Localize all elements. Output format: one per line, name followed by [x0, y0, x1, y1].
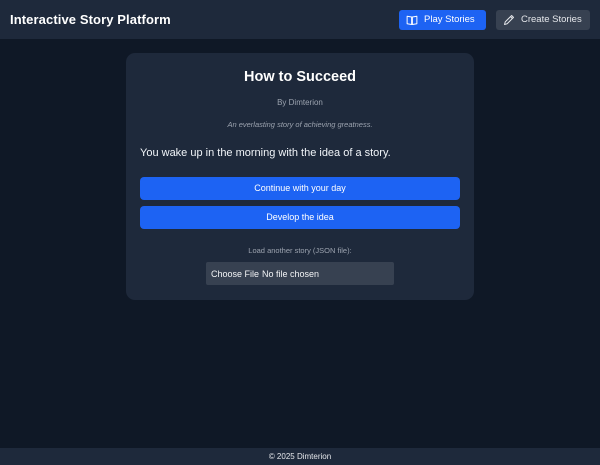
choice-continue-button[interactable]: Continue with your day	[140, 177, 460, 200]
story-card: How to Succeed By Dimterion An everlasti…	[126, 53, 474, 300]
top-navbar: Interactive Story Platform Play Stories …	[0, 0, 600, 39]
app-title: Interactive Story Platform	[10, 12, 171, 27]
file-status-text: No file chosen	[262, 268, 320, 279]
story-author: By Dimterion	[277, 98, 323, 107]
story-description: An everlasting story of achieving greatn…	[227, 120, 373, 129]
play-stories-label: Play Stories	[424, 14, 475, 25]
footer-text: © 2025 Dimterion	[268, 452, 332, 461]
story-title: How to Succeed	[244, 69, 356, 85]
main-nav: Play Stories Create Stories	[399, 9, 590, 30]
app-root: Interactive Story Platform Play Stories …	[0, 0, 600, 465]
create-stories-button[interactable]: Create Stories	[496, 9, 590, 30]
book-open-icon	[406, 15, 418, 25]
choice-develop-button[interactable]: Develop the idea	[140, 206, 460, 229]
create-stories-label: Create Stories	[521, 14, 582, 25]
choose-file-button[interactable]: Choose File	[211, 269, 259, 279]
footer: © 2025 Dimterion	[0, 448, 600, 465]
load-story-label: Load another story (JSON file):	[248, 246, 352, 255]
play-stories-button[interactable]: Play Stories	[399, 9, 486, 30]
scene-text: You wake up in the morning with the idea…	[140, 147, 391, 159]
story-file-input[interactable]: Choose File No file chosen	[206, 262, 394, 285]
pencil-icon	[504, 14, 514, 25]
